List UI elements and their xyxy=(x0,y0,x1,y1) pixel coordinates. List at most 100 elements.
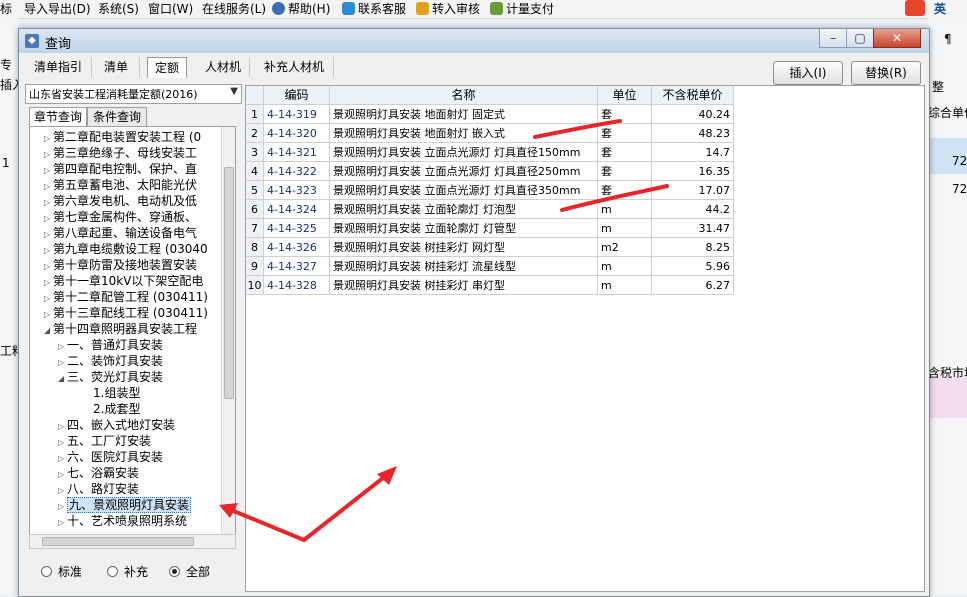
grid-cell-unit[interactable]: 套 xyxy=(598,143,652,162)
tree-item[interactable]: ▷ 一、普通灯具安装 xyxy=(58,337,163,353)
menu-transfer-review[interactable]: 转入审核 xyxy=(416,1,480,17)
grid-cell-code[interactable]: 4-14-326 xyxy=(264,238,330,257)
tree-item[interactable]: ▷ 九、景观照明灯具安装 xyxy=(58,497,192,513)
grid-cell-code[interactable]: 4-14-322 xyxy=(264,162,330,181)
grid-cell-unit[interactable]: 套 xyxy=(598,181,652,200)
grid-cell-no[interactable]: 3 xyxy=(246,143,264,162)
grid-cell-no[interactable]: 2 xyxy=(246,124,264,143)
radio-supplementary[interactable]: 补充 xyxy=(107,563,148,580)
quota-grid[interactable]: 1 2 3 4 5 6 7 8 9 10 编码 4-14-319 4-14-320 4-14-321 4-1… xyxy=(245,85,925,592)
tree-item[interactable]: ▷ 第十三章配线工程 (030411) xyxy=(44,305,208,321)
grid-cell-name[interactable]: 景观照明灯具安装 立面点光源灯 灯具直径150mm xyxy=(330,143,598,162)
tree-item[interactable]: ▷ 六、医院灯具安装 xyxy=(58,449,163,465)
dropdown-arrow-icon[interactable]: ▼ xyxy=(230,86,238,97)
quota-library-select[interactable]: 山东省安装工程消耗量定额(2016) ▼ xyxy=(25,84,242,104)
tab-labor-material-machine[interactable]: 人材机 xyxy=(197,57,250,77)
tree-item[interactable]: ▷ 第九章电缆敷设工程 (03040 xyxy=(44,241,208,257)
tree-item[interactable]: ▷ 八、路灯安装 xyxy=(58,481,139,497)
tree-item[interactable]: ◢ 第十四章照明器具安装工程 xyxy=(44,321,197,337)
grid-cell-price[interactable]: 5.96 xyxy=(652,257,734,276)
grid-column-header[interactable]: 编码 xyxy=(264,86,330,105)
grid-cell-name[interactable]: 景观照明灯具安装 立面轮廓灯 灯泡型 xyxy=(330,200,598,219)
replace-button[interactable]: 替换(R) xyxy=(851,61,921,85)
grid-cell-no[interactable]: 9 xyxy=(246,257,264,276)
tab-condition-query[interactable]: 条件查询 xyxy=(87,107,147,127)
tree-item[interactable]: ▷ 四、嵌入式地灯安装 xyxy=(58,417,175,433)
grid-cell-price[interactable]: 40.24 xyxy=(652,105,734,124)
radio-all[interactable]: 全部 xyxy=(169,563,210,580)
grid-cell-name[interactable]: 景观照明灯具安装 树挂彩灯 串灯型 xyxy=(330,276,598,295)
tree-expand-icon[interactable]: ▷ xyxy=(58,515,67,531)
menu-contact-support[interactable]: 联系客服 xyxy=(342,1,406,17)
tab-supplementary-lmm[interactable]: 补充人材机 xyxy=(255,57,334,77)
tree-hscroll-thumb[interactable] xyxy=(42,537,194,546)
grid-cell-unit[interactable]: m xyxy=(598,200,652,219)
grid-cell-no[interactable]: 1 xyxy=(246,105,264,124)
grid-cell-code[interactable]: 4-14-323 xyxy=(264,181,330,200)
grid-column-header[interactable]: 单位 xyxy=(598,86,652,105)
tree-item[interactable]: ▷ 五、工厂灯安装 xyxy=(58,433,151,449)
grid-column-header[interactable]: 不含税单价 xyxy=(652,86,734,105)
tree-item[interactable]: 2.成套型 xyxy=(84,401,140,417)
grid-cell-code[interactable]: 4-14-327 xyxy=(264,257,330,276)
insert-button[interactable]: 插入(I) xyxy=(773,61,843,85)
tree-item[interactable]: ▷ 十、艺术喷泉照明系统 xyxy=(58,513,187,529)
tree-collapse-icon[interactable]: ◢ xyxy=(58,371,67,387)
grid-cell-code[interactable]: 4-14-321 xyxy=(264,143,330,162)
tab-quota[interactable]: 定额 xyxy=(147,57,187,78)
tree-item[interactable]: ▷ 第十章防雷及接地装置安装 xyxy=(44,257,197,273)
tree-item[interactable]: ▷ 二、装饰灯具安装 xyxy=(58,353,163,369)
grid-cell-no[interactable]: 10 xyxy=(246,276,264,295)
grid-cell-unit[interactable]: 套 xyxy=(598,105,652,124)
grid-cell-price[interactable]: 8.25 xyxy=(652,238,734,257)
grid-cell-no[interactable]: 4 xyxy=(246,162,264,181)
dialog-titlebar[interactable]: ◆ 查询 – ▢ ✕ xyxy=(19,29,929,53)
maximize-button[interactable]: ▢ xyxy=(846,29,874,48)
grid-cell-name[interactable]: 景观照明灯具安装 立面点光源灯 灯具直径250mm xyxy=(330,162,598,181)
grid-cell-price[interactable]: 16.35 xyxy=(652,162,734,181)
grid-cell-code[interactable]: 4-14-325 xyxy=(264,219,330,238)
grid-cell-name[interactable]: 景观照明灯具安装 立面点光源灯 灯具直径350mm xyxy=(330,181,598,200)
ime-mode-label[interactable]: 英 xyxy=(934,1,946,17)
grid-cell-price[interactable]: 44.2 xyxy=(652,200,734,219)
grid-cell-code[interactable]: 4-14-320 xyxy=(264,124,330,143)
grid-cell-name[interactable]: 景观照明灯具安装 树挂彩灯 网灯型 xyxy=(330,238,598,257)
tree-scroll-thumb[interactable] xyxy=(224,167,234,399)
tree-item[interactable]: ▷ 第二章配电装置安装工程 (0 xyxy=(44,129,201,145)
tree-item[interactable]: 1.组装型 xyxy=(84,385,140,401)
menu-import-export[interactable]: 导入导出(D) xyxy=(24,1,91,17)
grid-cell-price[interactable]: 6.27 xyxy=(652,276,734,295)
grid-cell-no[interactable]: 6 xyxy=(246,200,264,219)
tab-chapter-query[interactable]: 章节查询 xyxy=(29,107,87,126)
tree-collapse-icon[interactable]: ◢ xyxy=(44,323,53,339)
grid-cell-unit[interactable]: 套 xyxy=(598,124,652,143)
grid-cell-unit[interactable]: m2 xyxy=(598,238,652,257)
grid-cell-unit[interactable]: m xyxy=(598,257,652,276)
menu-help[interactable]: 帮助(H) xyxy=(272,1,330,17)
minimize-button[interactable]: – xyxy=(819,29,847,48)
tree-item[interactable]: ▷ 第十一章10kV以下架空配电 xyxy=(44,273,203,289)
menu-system[interactable]: 系统(S) xyxy=(98,1,139,17)
tree-item[interactable]: ▷ 第五章蓄电池、太阳能光伏 xyxy=(44,177,197,193)
tree-vertical-scrollbar[interactable] xyxy=(221,127,235,535)
tree-item[interactable]: ▷ 第四章配电控制、保护、直 xyxy=(44,161,197,177)
grid-cell-name[interactable]: 景观照明灯具安装 树挂彩灯 流星线型 xyxy=(330,257,598,276)
tree-item[interactable]: ▷ 第六章发电机、电动机及低 xyxy=(44,193,197,209)
menu-online-service[interactable]: 在线服务(L) xyxy=(202,1,266,17)
menu-item-fragment[interactable]: 标 xyxy=(0,1,12,17)
grid-cell-price[interactable]: 31.47 xyxy=(652,219,734,238)
grid-cell-price[interactable]: 17.07 xyxy=(652,181,734,200)
tree-item[interactable]: ▷ 第八章起重、输送设备电气 xyxy=(44,225,197,241)
tree-item[interactable]: ▷ 第三章绝缘子、母线安装工 xyxy=(44,145,197,161)
grid-cell-code[interactable]: 4-14-324 xyxy=(264,200,330,219)
tab-list-guide[interactable]: 清单指引 xyxy=(25,57,92,77)
tree-item[interactable]: ◢ 三、荧光灯具安装 xyxy=(58,369,163,385)
grid-cell-unit[interactable]: m xyxy=(598,276,652,295)
grid-cell-no[interactable]: 7 xyxy=(246,219,264,238)
grid-cell-code[interactable]: 4-14-319 xyxy=(264,105,330,124)
grid-cell-no[interactable]: 5 xyxy=(246,181,264,200)
radio-standard[interactable]: 标准 xyxy=(41,563,82,580)
grid-cell-price[interactable]: 14.7 xyxy=(652,143,734,162)
menu-window[interactable]: 窗口(W) xyxy=(148,1,193,17)
grid-cell-name[interactable]: 景观照明灯具安装 地面射灯 固定式 xyxy=(330,105,598,124)
